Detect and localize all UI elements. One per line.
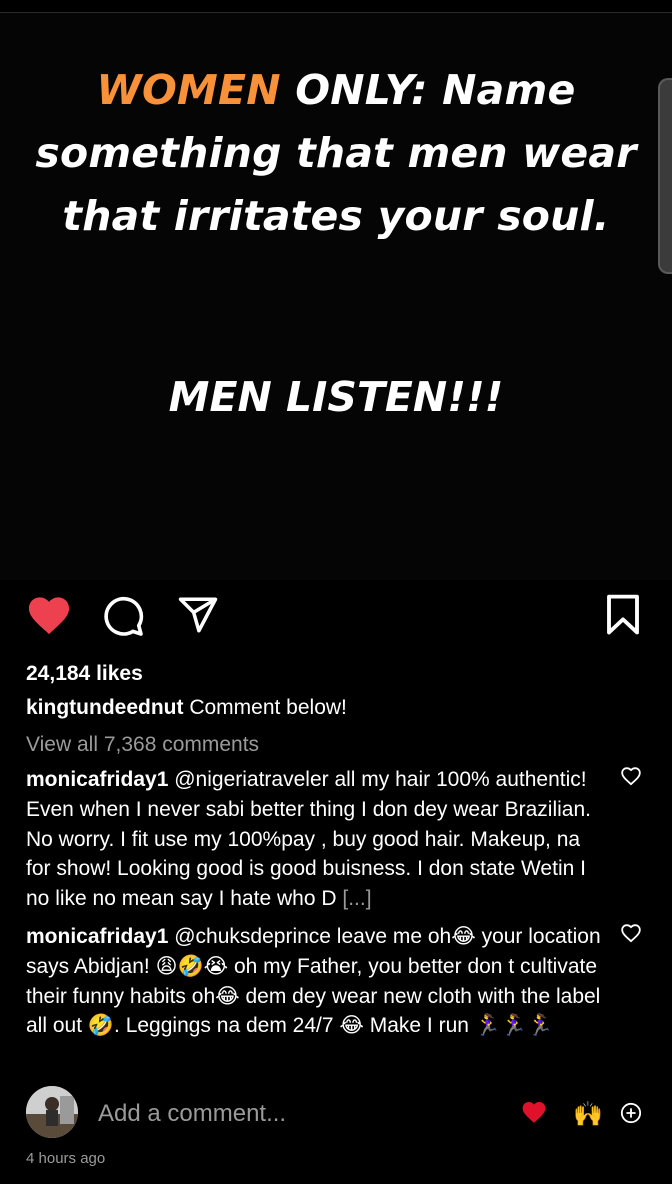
comment-username[interactable]: monicafriday1	[26, 768, 168, 791]
comment-more-link[interactable]: [...]	[342, 887, 371, 910]
post-image[interactable]: WOMEN ONLY: Name something that men wear…	[0, 13, 672, 580]
quick-emoji-raised-hands[interactable]: 🙌	[573, 1100, 603, 1128]
caption-username[interactable]: kingtundeednut	[26, 696, 183, 719]
quick-emoji-heart[interactable]	[521, 1100, 547, 1131]
comment-username[interactable]: monicafriday1	[26, 925, 168, 948]
edge-panel-handle[interactable]	[658, 78, 672, 274]
heart-filled-icon[interactable]	[26, 594, 72, 641]
comment-item: monicafriday1 @chuksdeprince leave me oh…	[26, 922, 606, 1041]
paper-plane-icon[interactable]	[176, 594, 220, 641]
add-comment-row: Add a comment... 🙌	[0, 1086, 672, 1142]
add-circle-icon[interactable]	[620, 1102, 642, 1131]
add-comment-input[interactable]: Add a comment...	[98, 1100, 286, 1128]
comment-like-icon[interactable]	[620, 923, 642, 948]
comment-like-icon[interactable]	[620, 766, 642, 791]
caption-text: Comment below!	[189, 696, 347, 719]
comment-bubble-icon[interactable]	[101, 594, 145, 643]
post-caption: kingtundeednut Comment below!	[26, 696, 646, 720]
likes-count[interactable]: 24,184 likes	[26, 662, 143, 686]
bookmark-icon[interactable]	[604, 594, 642, 641]
post-headline: WOMEN ONLY: Name something that men wear…	[30, 59, 642, 248]
post-timestamp: 4 hours ago	[26, 1150, 106, 1167]
comment-item: monicafriday1 @nigeriatraveler all my ha…	[26, 765, 606, 914]
avatar[interactable]	[26, 1086, 78, 1138]
view-all-comments[interactable]: View all 7,368 comments	[26, 733, 259, 757]
post-actions	[0, 590, 672, 640]
headline-sub: MEN LISTEN!!!	[168, 373, 504, 421]
headline-accent: WOMEN	[96, 66, 281, 114]
